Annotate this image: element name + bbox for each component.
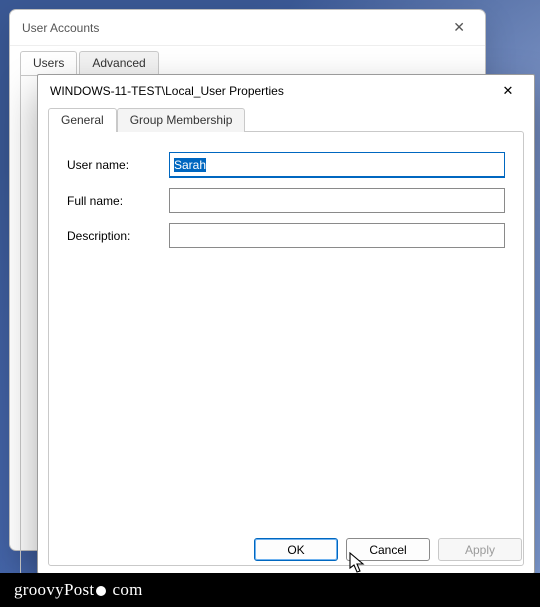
- fullname-input[interactable]: [169, 188, 505, 213]
- username-input[interactable]: [169, 152, 505, 178]
- description-label: Description:: [67, 229, 169, 243]
- user-properties-dialog: WINDOWS-11-TEST\Local_User Properties ✕ …: [37, 74, 535, 574]
- watermark-suffix: com: [112, 580, 142, 599]
- dialog-title: WINDOWS-11-TEST\Local_User Properties: [50, 84, 486, 98]
- dialog-titlebar: WINDOWS-11-TEST\Local_User Properties ✕: [38, 75, 534, 106]
- apply-button: Apply: [438, 538, 522, 561]
- ok-button[interactable]: OK: [254, 538, 338, 561]
- cancel-button[interactable]: Cancel: [346, 538, 430, 561]
- description-input[interactable]: [169, 223, 505, 248]
- tab-group-membership[interactable]: Group Membership: [117, 108, 246, 132]
- dialog-body: User name: Full name: Description:: [48, 131, 524, 566]
- close-icon[interactable]: ✕: [486, 77, 530, 105]
- dialog-button-row: OK Cancel Apply: [254, 538, 522, 561]
- username-label: User name:: [67, 158, 169, 172]
- user-accounts-tabs: Users Advanced: [20, 51, 485, 75]
- dialog-tabs: General Group Membership: [48, 108, 534, 132]
- user-accounts-titlebar: User Accounts ✕: [10, 10, 485, 46]
- tab-users[interactable]: Users: [20, 51, 77, 75]
- fullname-label: Full name:: [67, 194, 169, 208]
- tab-advanced[interactable]: Advanced: [79, 51, 158, 75]
- user-accounts-title: User Accounts: [22, 21, 445, 35]
- close-icon[interactable]: ✕: [445, 15, 473, 40]
- watermark-bar: groovyPost com: [0, 573, 540, 607]
- watermark-text: groovyPost: [14, 580, 94, 599]
- tab-general[interactable]: General: [48, 108, 117, 132]
- dot-icon: [96, 586, 106, 596]
